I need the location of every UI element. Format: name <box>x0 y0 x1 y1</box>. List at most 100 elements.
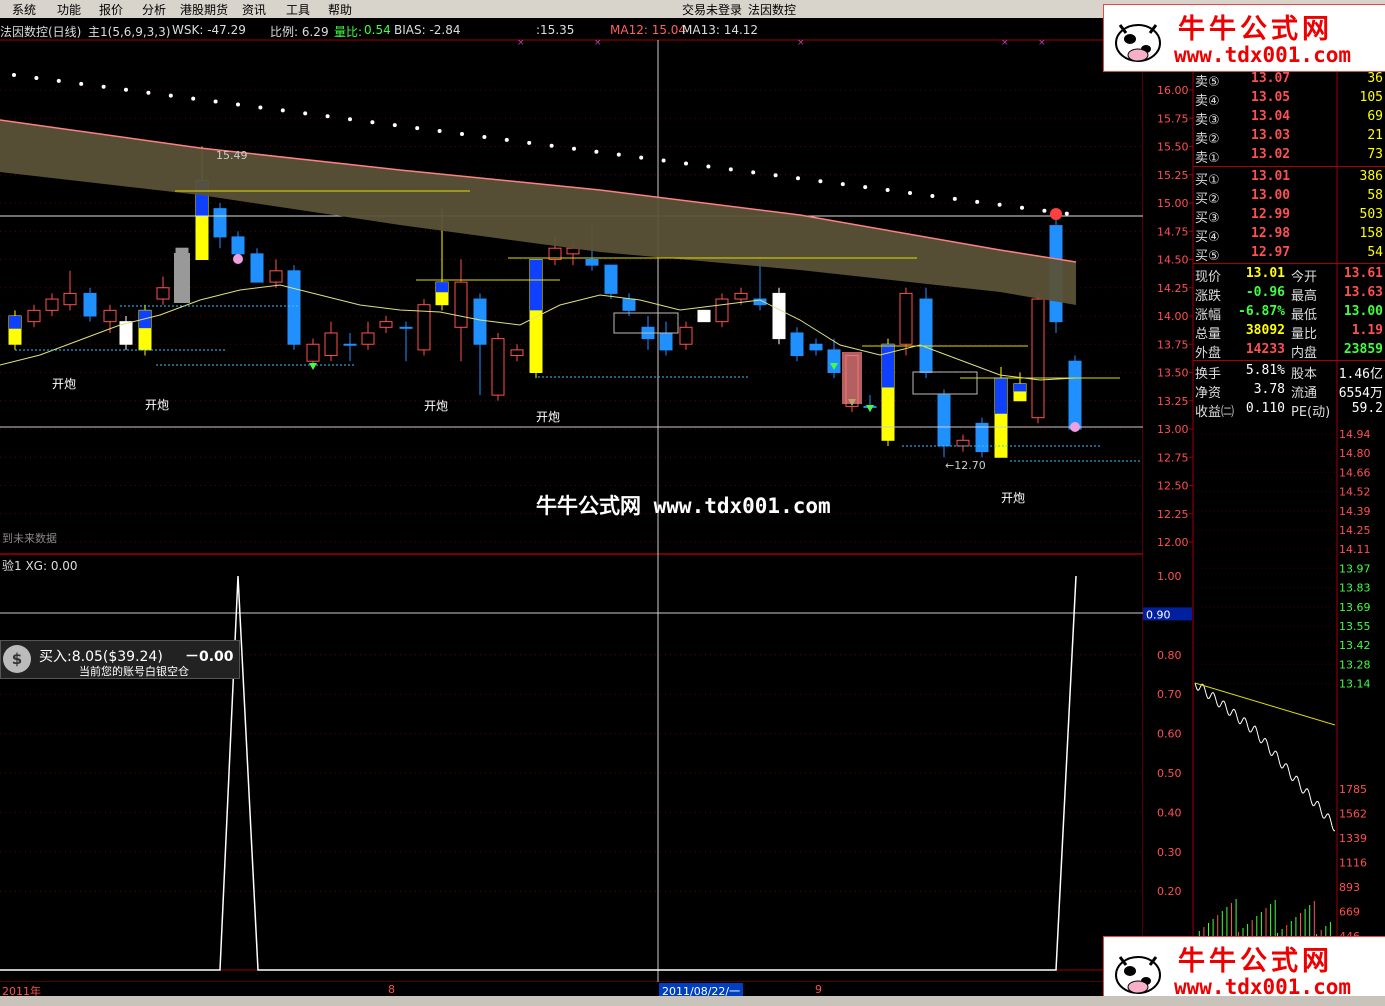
fund-value: 1.46亿 <box>1338 367 1383 382</box>
ob-volume: 386 <box>1359 169 1383 184</box>
sar-dot <box>370 120 375 125</box>
price-axis-label: 13.75 <box>1157 338 1189 351</box>
ratio-value: 比例: 6.29 <box>270 25 329 39</box>
menu-quote[interactable]: 报价 <box>99 1 123 18</box>
minute-axis-label: 13.42 <box>1339 639 1371 652</box>
sar-dot <box>885 188 890 193</box>
price-axis-label: 14.25 <box>1157 282 1189 295</box>
candle-body-overlay <box>9 316 21 329</box>
sar-dot <box>997 202 1002 207</box>
quote-value: 13.01 <box>1245 266 1285 281</box>
cow-icon <box>1115 956 1161 994</box>
candle-body <box>231 236 245 255</box>
quote-row: 涨跌 -0.96 最高 13.63 <box>1193 284 1385 304</box>
main-indicator-label[interactable]: 主1(5,6,9,3,3) <box>88 23 170 40</box>
orderbook-sell-row: 卖② 13.03 21 <box>1193 127 1385 147</box>
stock-name-label: 法因数控(日线) <box>0 25 82 39</box>
sar-dot <box>325 114 330 119</box>
candle-body <box>103 309 117 323</box>
candle-body <box>510 349 524 357</box>
ma12-value: MA12: 15.04 <box>610 23 687 37</box>
price-axis-label: 14.50 <box>1157 254 1189 267</box>
minute-axis-label: 14.66 <box>1339 466 1371 479</box>
sar-dot <box>79 81 84 86</box>
sar-dot <box>594 149 599 154</box>
fundamental-row: 收益㈡ 0.110 PE(动) 59.2 <box>1193 400 1385 420</box>
sar-dot <box>706 164 711 169</box>
sar-dot <box>1064 211 1069 216</box>
quote-value: 13.63 <box>1343 285 1383 300</box>
menu-function[interactable]: 功能 <box>57 1 81 18</box>
minute-axis-label: 13.28 <box>1339 658 1371 671</box>
bubble-icon <box>1070 422 1080 432</box>
orderbook-buy-row: 买③ 12.99 503 <box>1193 206 1385 226</box>
candle-body <box>734 292 748 300</box>
menu-news[interactable]: 资讯 <box>242 1 266 18</box>
menu-system[interactable]: 系统 <box>12 1 36 18</box>
minute-vol-label: 1785 <box>1339 783 1367 796</box>
trade-change: －0.00 <box>185 649 234 665</box>
quote-value: -6.87% <box>1238 304 1285 319</box>
sar-dot <box>146 90 151 95</box>
fund-value: 59.2 <box>1351 401 1383 416</box>
sar-dot <box>840 182 845 187</box>
ob-price: 12.97 <box>1251 245 1291 260</box>
minute-axis-label: 13.14 <box>1339 678 1371 691</box>
candle-body <box>1068 360 1082 430</box>
sar-dot <box>56 78 61 83</box>
ob-price: 12.98 <box>1251 226 1291 241</box>
sar-dot <box>549 143 554 148</box>
price-axis-label: 14.00 <box>1157 310 1189 323</box>
candle-body <box>63 292 77 306</box>
candle-body <box>622 298 636 311</box>
fund-value: 5.81% <box>1245 363 1285 378</box>
ob-volume: 105 <box>1359 90 1383 105</box>
candle-body <box>604 264 618 294</box>
trade-widget[interactable]: $ 买入:8.05($39.24) －0.00 当前您的账号白银空仓 <box>0 640 240 679</box>
menu-analysis[interactable]: 分析 <box>142 1 166 18</box>
quote-panel: 卖⑤ 13.07 36 卖④ 13.05 105 卖③ 13.04 69 卖② 13.03 21 卖① 1… <box>1193 70 1385 420</box>
logo-top-title: 牛牛公式网 <box>1178 14 1333 45</box>
line-value: :15.35 <box>536 23 575 37</box>
ob-volume: 503 <box>1359 207 1383 222</box>
fund-label: 收益㈡ <box>1195 405 1235 420</box>
minute-axis-label: 14.11 <box>1339 543 1371 556</box>
sar-dot <box>818 179 823 184</box>
menu-tools[interactable]: 工具 <box>286 1 310 18</box>
low-price-label: ←12.70 <box>945 459 986 472</box>
fund-label: 流通 <box>1291 386 1318 401</box>
ob-label: 卖④ <box>1195 94 1220 109</box>
price-axis-label: 15.50 <box>1157 141 1189 154</box>
ma13-value: MA13: 14.12 <box>682 23 759 37</box>
fund-value: 6554万 <box>1338 386 1383 401</box>
candle-body <box>937 394 951 447</box>
candle-body <box>287 270 301 345</box>
orderbook-buy-row: 买② 13.00 58 <box>1193 187 1385 207</box>
fund-label: 换手 <box>1195 367 1222 382</box>
candle-body <box>1031 298 1045 419</box>
minute-vol-label: 1339 <box>1339 832 1367 845</box>
candle-body <box>27 309 41 323</box>
quote-label: 内盘 <box>1291 346 1318 361</box>
candle-body-overlay <box>995 378 1007 414</box>
quote-value: -0.96 <box>1245 285 1285 300</box>
sar-dot <box>437 129 442 134</box>
menu-help[interactable]: 帮助 <box>328 1 352 18</box>
orderbook-buy-row: 买④ 12.98 158 <box>1193 225 1385 245</box>
range-box <box>912 371 978 395</box>
candle-body <box>343 343 357 346</box>
quote-label: 涨幅 <box>1195 308 1222 323</box>
sar-dot <box>191 96 196 101</box>
minute-axis-label: 14.94 <box>1339 428 1371 441</box>
sar-dot <box>303 111 308 116</box>
bubble-icon <box>233 254 243 264</box>
indicator-axis-label: 0.20 <box>1157 885 1182 898</box>
indicator-line <box>0 575 1077 971</box>
sar-dot <box>460 132 464 136</box>
sar-dot <box>1042 208 1047 213</box>
menu-hk-futures[interactable]: 港股期货 <box>180 1 228 18</box>
trade-account-status: 当前您的账号白银空仓 <box>79 665 189 678</box>
down-arrow-icon <box>866 405 874 412</box>
future-data-label: 到未来数据 <box>2 532 57 545</box>
quote-value: 13.61 <box>1343 266 1383 281</box>
